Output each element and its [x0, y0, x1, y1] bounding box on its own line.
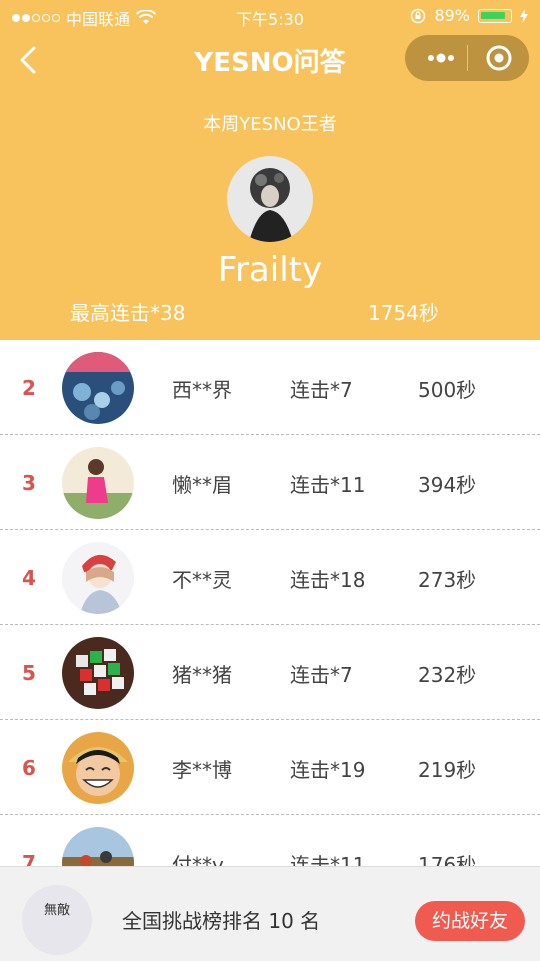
time-seconds: 219秒	[418, 758, 477, 782]
rank-number: 6	[22, 756, 36, 780]
list-item[interactable]: 3 懒**眉 连击*11 394秒	[0, 435, 540, 530]
list-item[interactable]: 2 西**界 连击*7 500秒	[0, 340, 540, 435]
rotation-lock-icon	[411, 8, 426, 23]
user-name: 西**界	[172, 378, 232, 402]
champion-streak: 最高连击*38	[70, 301, 186, 325]
time-seconds: 500秒	[418, 378, 477, 402]
time-seconds: 273秒	[418, 568, 477, 592]
national-rank-text: 全国挑战榜排名 10 名	[122, 909, 321, 933]
charging-icon	[520, 8, 528, 23]
avatar[interactable]	[62, 352, 134, 424]
streak-count: 连击*19	[290, 758, 366, 782]
user-name: 猪**猪	[172, 663, 232, 687]
list-item[interactable]: 6 李**博 连击*19 219秒	[0, 720, 540, 815]
badge-label: 無敵	[22, 903, 92, 919]
badge-text: 無敵	[43, 903, 70, 918]
list-item[interactable]: 4 不**灵 连击*18 273秒	[0, 530, 540, 625]
champion-subtitle: 本周YESNO王者	[203, 114, 337, 135]
rank-number: 4	[22, 566, 36, 590]
user-name: 不**灵	[172, 568, 232, 592]
streak-count: 连击*7	[290, 663, 353, 687]
close-target-icon[interactable]	[471, 35, 529, 81]
invite-friend-button[interactable]: 约战好友	[415, 901, 525, 941]
champion-header: 中国联通 下午5:30 89% YESNO问答 本周YESNO王者 Frailt…	[0, 0, 540, 340]
time-seconds: 394秒	[418, 473, 477, 497]
champion-name: Frailty	[217, 250, 323, 290]
battery-percent: 89%	[434, 6, 470, 25]
mini-program-capsule	[405, 35, 529, 81]
nav-bar: YESNO问答	[0, 32, 540, 88]
user-name: 懒**眉	[172, 473, 232, 497]
rank-number: 3	[22, 471, 36, 495]
rank-badge: 無敵	[22, 885, 92, 955]
battery-icon	[478, 8, 512, 23]
rank-number: 5	[22, 661, 36, 685]
streak-count: 连击*7	[290, 378, 353, 402]
status-bar: 中国联通 下午5:30 89%	[0, 0, 540, 32]
champion-avatar[interactable]	[227, 156, 313, 242]
user-name: 李**博	[172, 758, 232, 782]
more-icon[interactable]	[415, 35, 467, 81]
bottom-bar: 無敵 全国挑战榜排名 10 名 约战好友	[0, 866, 540, 961]
ranking-list: 2 西**界 连击*7 500秒 3 懒**眉 连击*11 394秒 4 不**…	[0, 340, 540, 910]
capsule-divider	[467, 45, 468, 71]
streak-count: 连击*18	[290, 568, 366, 592]
list-item[interactable]: 5 猪**猪 连击*7 232秒	[0, 625, 540, 720]
rank-number: 2	[22, 376, 36, 400]
champion-time: 1754秒	[368, 301, 439, 325]
status-right: 89%	[410, 6, 528, 25]
time-seconds: 232秒	[418, 663, 477, 687]
avatar[interactable]	[62, 447, 134, 519]
streak-count: 连击*11	[290, 473, 366, 497]
avatar[interactable]	[62, 542, 134, 614]
avatar[interactable]	[62, 732, 134, 804]
avatar[interactable]	[62, 637, 134, 709]
